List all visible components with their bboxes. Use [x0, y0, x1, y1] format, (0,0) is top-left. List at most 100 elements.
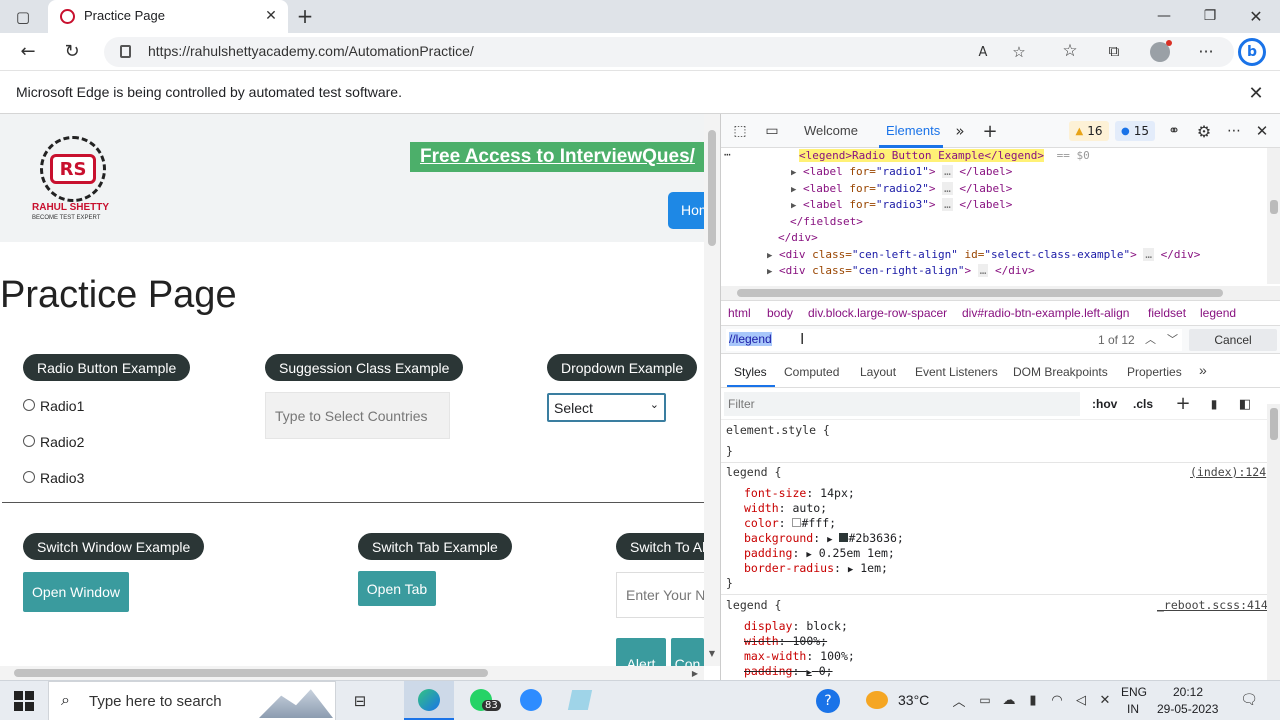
rule2-prop-overridden[interactable]: padding: ▶ 0; [744, 664, 833, 678]
toggle-sidebar-icon[interactable]: ◧ [1235, 394, 1255, 414]
notepad-taskbar-button[interactable] [562, 681, 598, 720]
page-vscroll-down-icon[interactable]: ▼ [706, 646, 718, 660]
collapsed-ellipsis[interactable]: … [977, 264, 989, 277]
warnings-badge[interactable]: ▲ 16 [1069, 121, 1109, 141]
breadcrumb-body[interactable]: body [767, 306, 793, 320]
paint-icon[interactable]: ▮ [1204, 394, 1224, 414]
start-windows-icon[interactable] [14, 691, 34, 711]
refresh-icon[interactable]: ↻ [60, 39, 84, 63]
page-vscroll-thumb[interactable] [708, 130, 716, 246]
collections-icon[interactable]: ⧉ [1102, 39, 1126, 63]
collapsed-ellipsis[interactable]: … [942, 198, 953, 211]
region-code[interactable]: IN [1127, 702, 1139, 716]
country-autocomplete-input[interactable]: Type to Select Countries [265, 392, 450, 439]
infobar-close-icon[interactable]: ✕ [1244, 81, 1268, 105]
wifi-icon[interactable]: ◠ [1048, 690, 1066, 710]
taskbar-search-box[interactable]: ⌕ Type here to search [48, 681, 336, 720]
tab-layout[interactable]: Layout [860, 365, 896, 379]
collapsed-ellipsis[interactable]: … [1143, 248, 1154, 261]
restore-icon[interactable]: ❐ [1198, 4, 1222, 28]
breadcrumb-fieldset[interactable]: fieldset [1148, 306, 1186, 320]
new-tab-icon[interactable]: + [294, 4, 316, 28]
radio2-button[interactable] [23, 435, 35, 447]
clock-date[interactable]: 29-05-2023 [1157, 702, 1218, 716]
settings-gear-icon[interactable]: ⚙ [1193, 120, 1215, 142]
expand-triangle-icon[interactable]: ▶ [827, 535, 832, 545]
tab-welcome[interactable]: Welcome [804, 123, 858, 138]
dom-node-label-radio3[interactable]: ▶ <label for="radio3"> … </label> [791, 198, 1012, 211]
hov-toggle[interactable]: :hov [1092, 397, 1117, 411]
interview-banner[interactable]: Free Access to InterviewQues/ [410, 142, 710, 172]
dom-ellipsis-icon[interactable]: ⋯ [724, 148, 731, 161]
dom-horizontal-scrollbar[interactable] [721, 286, 1280, 300]
open-window-button[interactable]: Open Window [23, 572, 129, 612]
more-subtabs-icon[interactable]: » [1199, 362, 1207, 378]
rule1-selector[interactable]: legend { [726, 465, 781, 479]
open-tab-button[interactable]: Open Tab [358, 571, 436, 606]
breadcrumb-div-radio[interactable]: div#radio-btn-example.left-align [962, 306, 1129, 320]
styles-vertical-scrollbar[interactable] [1267, 404, 1280, 680]
help-icon[interactable]: ? [816, 689, 840, 713]
styles-filter-input[interactable]: Filter [724, 392, 1080, 416]
rule2-prop-overridden[interactable]: width: 100%; [744, 634, 827, 648]
rule1-prop[interactable]: padding: ▶ 0.25em 1em; [744, 546, 895, 560]
minimize-icon[interactable]: — [1152, 4, 1176, 28]
expand-triangle-icon[interactable]: ▶ [848, 565, 853, 575]
search-prev-icon[interactable]: ︿ [1145, 331, 1156, 347]
tab-computed[interactable]: Computed [784, 365, 839, 379]
rule2-selector[interactable]: legend { [726, 598, 781, 612]
dom-div-close[interactable]: </div> [778, 231, 818, 244]
devtools-close-icon[interactable]: ✕ [1251, 120, 1273, 142]
collapsed-ellipsis[interactable]: … [942, 182, 953, 195]
rule1-prop[interactable]: color: #fff; [744, 516, 836, 530]
more-tabs-icon[interactable]: » [951, 120, 969, 142]
dropdown-select[interactable]: Select ⌄ [547, 393, 666, 422]
logo[interactable]: RS RAHUL SHETTY BECOME TEST EXPERT [30, 136, 122, 226]
devtools-more-icon[interactable]: ⋯ [1223, 120, 1245, 142]
element-style-selector[interactable]: element.style { [726, 423, 830, 437]
dom-vscroll-thumb[interactable] [1270, 200, 1278, 214]
onedrive-icon[interactable]: ☁ [1000, 690, 1018, 710]
page-horizontal-scrollbar[interactable]: ▶ [0, 666, 704, 680]
rule1-prop[interactable]: width: auto; [744, 501, 827, 515]
browser-tab[interactable]: Practice Page ✕ [48, 0, 288, 33]
show-hidden-icons[interactable]: ︿ [950, 690, 968, 710]
add-tab-icon[interactable]: + [979, 120, 1001, 142]
dom-node-label-radio2[interactable]: ▶ <label for="radio2"> … </label> [791, 182, 1012, 195]
dom-node-select-class[interactable]: ▶ <div class="cen-left-align" id="select… [767, 248, 1200, 261]
tab-elements[interactable]: Elements [886, 123, 940, 138]
rule1-prop[interactable]: border-radius: ▶ 1em; [744, 561, 888, 575]
battery-icon[interactable]: ▮ [1024, 690, 1042, 710]
collapsed-ellipsis[interactable]: … [942, 165, 953, 178]
tab-close-icon[interactable]: ✕ [262, 6, 280, 26]
rule1-prop[interactable]: font-size: 14px; [744, 486, 855, 500]
edge-taskbar-button[interactable] [404, 681, 454, 720]
breadcrumb-legend[interactable]: legend [1200, 306, 1236, 320]
search-cancel-button[interactable]: Cancel [1189, 329, 1277, 351]
search-next-icon[interactable]: ﹀ [1167, 331, 1178, 347]
radio3-button[interactable] [23, 471, 35, 483]
new-style-rule-icon[interactable]: + [1173, 393, 1193, 414]
tab-properties[interactable]: Properties [1127, 365, 1182, 379]
dom-fieldset-close[interactable]: </fieldset> [790, 215, 863, 228]
tab-actions-icon[interactable]: ▢ [12, 6, 34, 28]
more-icon[interactable]: ··· [1194, 39, 1218, 63]
url-text[interactable]: https://rahulshettyacademy.com/Automatio… [148, 43, 474, 59]
styles-vscroll-thumb[interactable] [1270, 408, 1278, 440]
page-hscroll-thumb[interactable] [14, 669, 488, 677]
inspect-element-icon[interactable]: ⬚ [729, 120, 751, 142]
bing-icon[interactable]: b [1238, 38, 1266, 66]
temperature[interactable]: 33°C [898, 692, 929, 708]
tab-dom-breakpoints[interactable]: DOM Breakpoints [1013, 365, 1108, 379]
tab-styles[interactable]: Styles [734, 365, 767, 379]
dom-hscroll-thumb[interactable] [737, 289, 1223, 297]
task-view-icon[interactable]: ⊟ [348, 689, 372, 713]
zoom-taskbar-button[interactable] [514, 681, 550, 720]
language-code[interactable]: ENG [1121, 685, 1147, 699]
rule1-prop[interactable]: background: ▶ #2b3636; [744, 531, 904, 545]
rule2-source-link[interactable]: _reboot.scss:414 [1157, 598, 1267, 612]
cls-toggle[interactable]: .cls [1133, 397, 1153, 411]
rule2-prop[interactable]: display: block; [744, 619, 848, 633]
whatsapp-taskbar-button[interactable]: 83 [458, 681, 508, 720]
selected-dom-node[interactable]: <legend>Radio Button Example</legend> ==… [799, 149, 1090, 162]
